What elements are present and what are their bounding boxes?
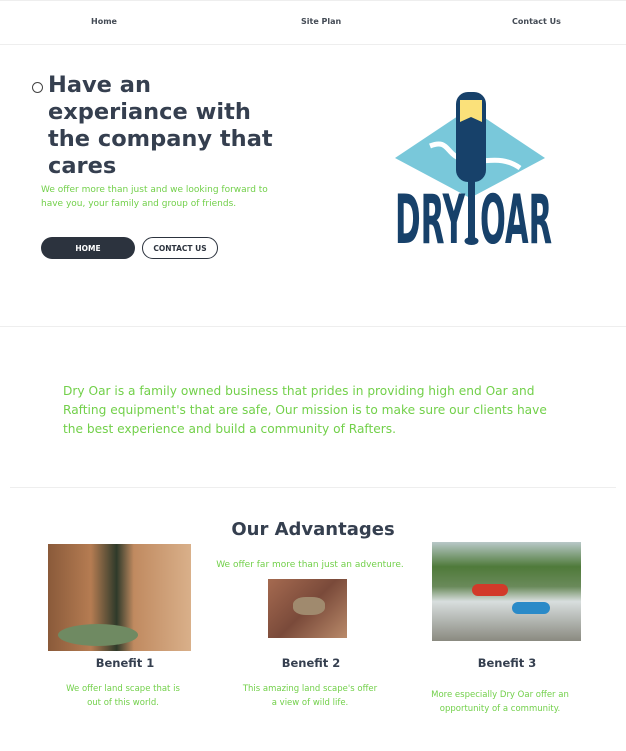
benefit-3-text: More especially Dry Oar offer an opportu… xyxy=(431,690,569,714)
benefit-1-title: Benefit 1 xyxy=(95,656,155,670)
svg-text:DRY: DRY xyxy=(395,181,465,253)
nav-home[interactable]: Home xyxy=(91,17,117,26)
hero-title: Have an experiance with the company that… xyxy=(48,72,273,179)
top-nav: Home Site Plan Contact Us xyxy=(0,0,626,45)
advantages-subtitle: We offer far more than just an adventure… xyxy=(216,560,404,570)
benefit-1-text: We offer land scape that is out of this … xyxy=(66,684,180,708)
about-text: Dry Oar is a family owned business that … xyxy=(63,384,547,436)
advantages-title: Our Advantages xyxy=(231,519,395,540)
nav-site-plan[interactable]: Site Plan xyxy=(301,17,341,26)
divider xyxy=(10,487,616,488)
svg-text:OAR: OAR xyxy=(480,181,552,253)
rafting-image xyxy=(432,542,581,641)
dry-oar-logo: DRY OAR xyxy=(395,92,552,253)
benefit-2-text: This amazing land scape's offer a view o… xyxy=(242,684,378,708)
hero-subtitle: We offer more than just and we looking f… xyxy=(41,185,268,209)
divider xyxy=(0,326,626,327)
home-button[interactable]: HOME xyxy=(41,237,135,259)
bighorn-sheep-image xyxy=(268,579,347,638)
benefit-3-title: Benefit 3 xyxy=(477,656,537,670)
bullet-icon xyxy=(32,82,43,93)
benefit-2-title: Benefit 2 xyxy=(281,656,341,670)
canyon-image xyxy=(48,544,191,651)
nav-contact-us[interactable]: Contact Us xyxy=(512,17,561,26)
contact-us-button[interactable]: CONTACT US xyxy=(142,237,218,259)
